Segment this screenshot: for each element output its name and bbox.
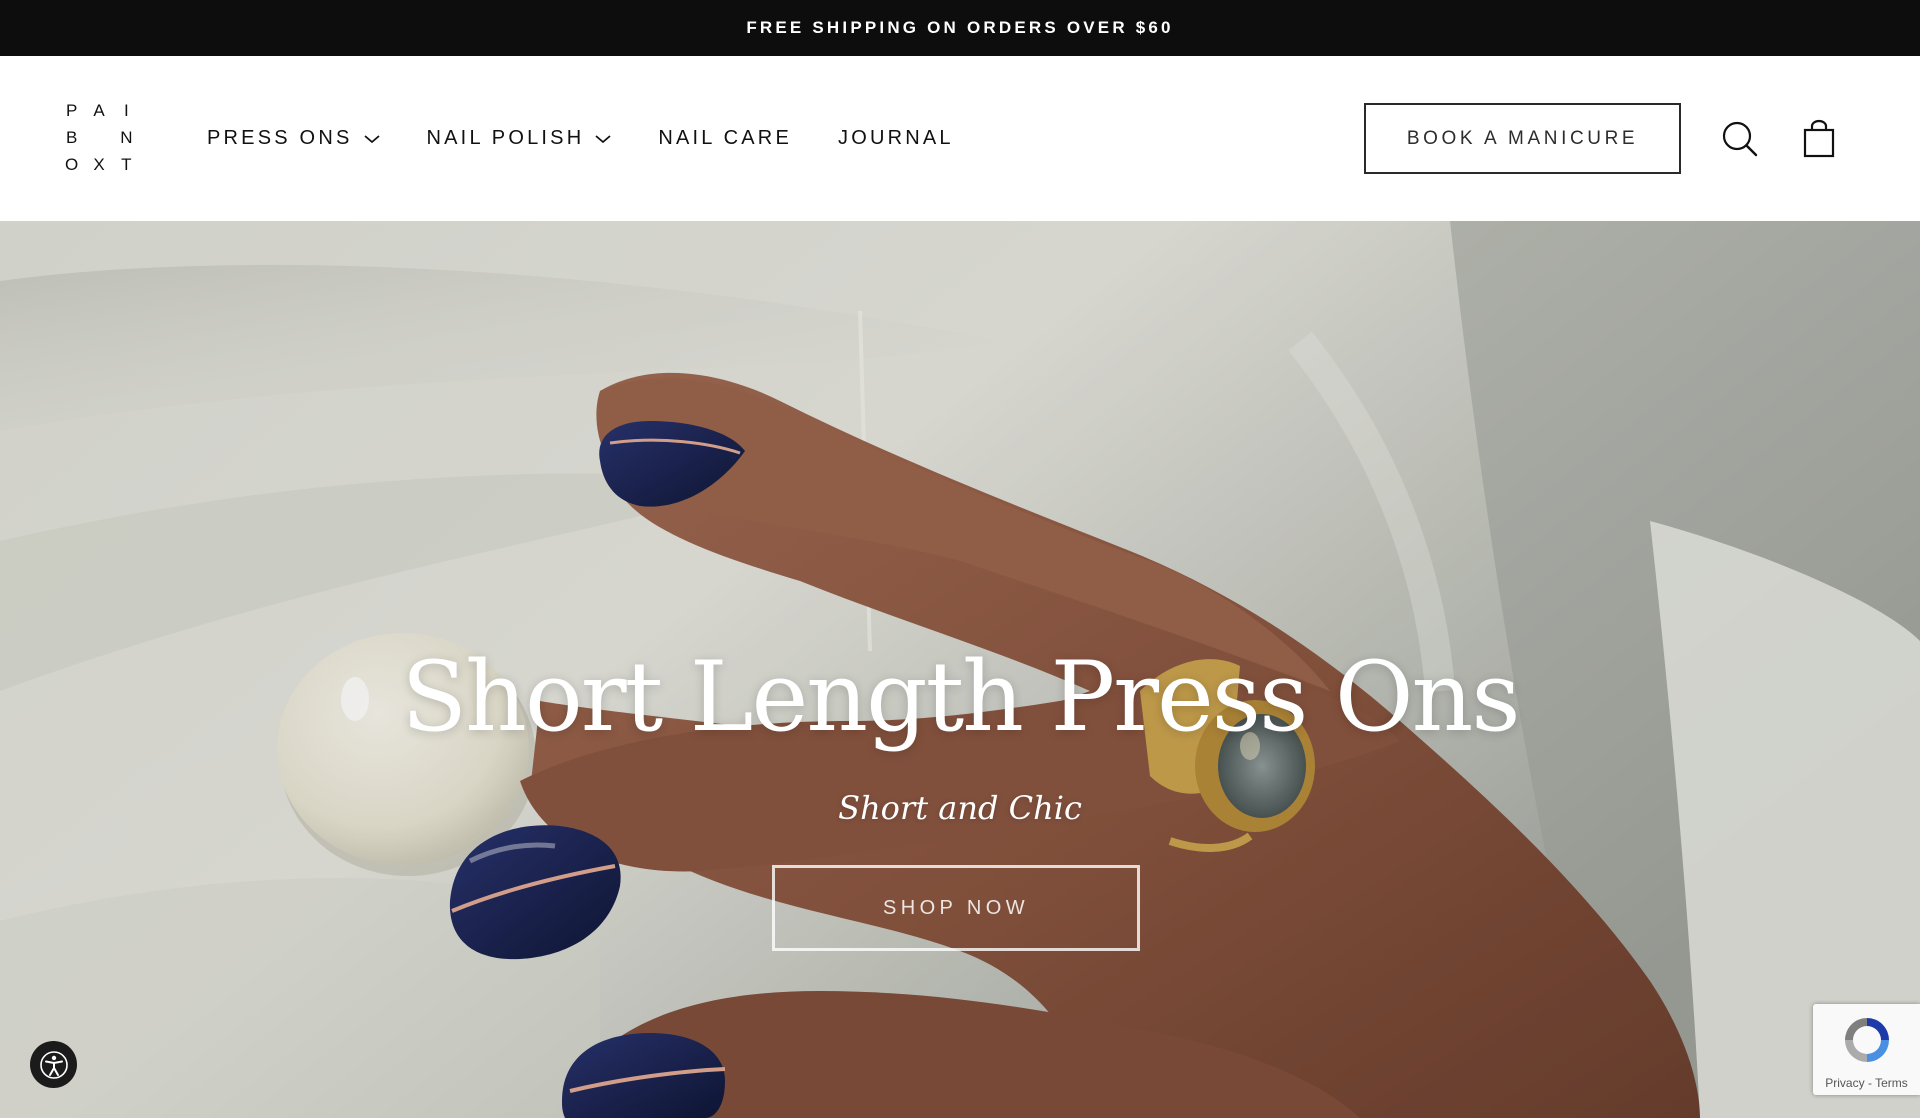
nav-item-journal[interactable]: JOURNAL (838, 127, 954, 150)
announcement-bar: FREE SHIPPING ON ORDERS OVER $60 (0, 0, 1920, 56)
nav-item-nail-polish[interactable]: NAIL POLISH (427, 127, 613, 150)
logo-letter: P (65, 101, 78, 121)
shop-now-button[interactable]: SHOP NOW (772, 865, 1140, 951)
accessibility-button[interactable] (30, 1041, 77, 1088)
book-manicure-label: BOOK A MANICURE (1406, 127, 1639, 149)
hero-banner: Short Length Press Ons Short and Chic SH… (0, 221, 1920, 1118)
recaptcha-terms-link[interactable]: Terms (1875, 1076, 1908, 1090)
recaptcha-separator: - (1864, 1076, 1876, 1090)
chevron-down-icon (595, 134, 611, 143)
search-icon (1722, 121, 1758, 157)
recaptcha-icon (1845, 1018, 1889, 1062)
site-header: P A I B N O X T PRESS ONS NAIL POLISH NA… (0, 56, 1920, 221)
nav-item-label: NAIL CARE (658, 127, 792, 149)
cart-button[interactable] (1799, 119, 1839, 159)
shopping-bag-icon (1803, 119, 1835, 158)
recaptcha-badge[interactable]: Privacy - Terms (1813, 1004, 1920, 1095)
hero-subtitle: Short and Chic (838, 789, 1082, 827)
logo-letter: B (65, 127, 78, 147)
logo-letter: I (123, 101, 129, 121)
logo-letter: N (120, 127, 133, 147)
book-manicure-button[interactable]: BOOK A MANICURE (1364, 103, 1681, 174)
chevron-down-icon (363, 134, 380, 143)
logo-letter: A (93, 101, 105, 121)
nav-item-nail-care[interactable]: NAIL CARE (658, 127, 792, 150)
nav-item-press-ons[interactable]: PRESS ONS (207, 127, 381, 150)
logo-letter: T (121, 154, 132, 174)
logo-letter: O (65, 154, 79, 174)
recaptcha-privacy-link[interactable]: Privacy (1825, 1076, 1864, 1090)
recaptcha-links: Privacy - Terms (1813, 1076, 1920, 1090)
announcement-text: FREE SHIPPING ON ORDERS OVER $60 (746, 18, 1174, 37)
nav-item-label: NAIL POLISH (426, 127, 585, 149)
nav-item-label: JOURNAL (838, 127, 954, 149)
logo-letter: X (93, 154, 105, 174)
nav-item-label: PRESS ONS (207, 127, 353, 149)
brand-logo[interactable]: P A I B N O X T (58, 98, 140, 178)
shop-now-label: SHOP NOW (883, 896, 1029, 919)
hero-title: Short Length Press Ons (401, 641, 1520, 753)
main-nav: PRESS ONS NAIL POLISH NAIL CARE JOURNAL (207, 56, 1000, 221)
search-button[interactable] (1720, 119, 1760, 159)
accessibility-icon (39, 1050, 68, 1079)
